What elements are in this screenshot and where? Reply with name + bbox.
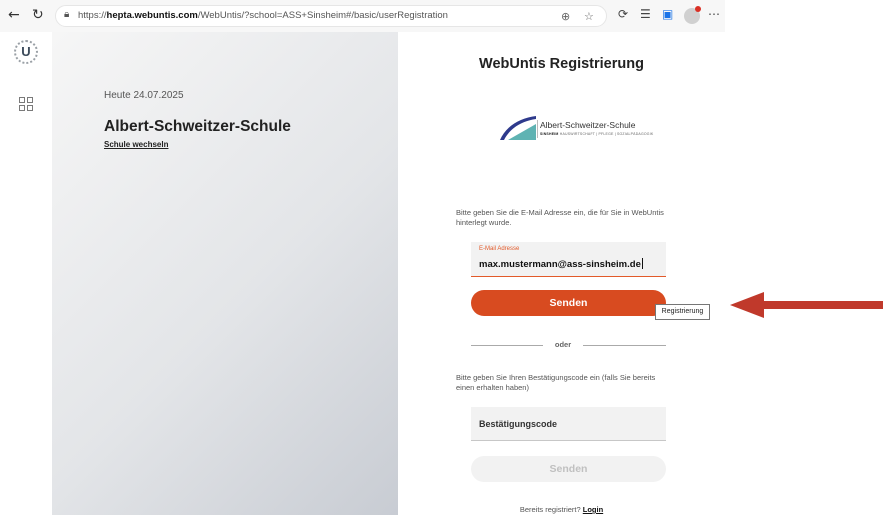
favorite-star-icon[interactable]: ☆ xyxy=(584,10,594,23)
footer-text: Bereits registriert? xyxy=(519,505,581,514)
dashboard-grid-icon[interactable] xyxy=(19,97,33,111)
email-field[interactable]: E-Mail Adresse max.mustermann@ass-sinshe… xyxy=(471,242,666,277)
today-date: Heute 24.07.2025 xyxy=(104,90,184,101)
more-options-icon[interactable]: ⋯ xyxy=(708,7,720,21)
notification-dot xyxy=(695,6,701,12)
email-instruction: Bitte geben Sie die E-Mail Adresse ein, … xyxy=(456,208,664,227)
url-text: https://hepta.webuntis.com/WebUntis/?sch… xyxy=(78,10,448,21)
back-arrow-icon[interactable]: ← xyxy=(8,7,20,23)
logo-divider xyxy=(537,120,538,138)
or-divider-label: oder xyxy=(554,340,572,349)
divider-right xyxy=(583,345,666,346)
school-logo-mark xyxy=(500,116,536,140)
text-caret xyxy=(641,258,643,269)
registration-panel: WebUntis Registrierung Albert-Schweitzer… xyxy=(398,32,725,515)
switch-school-link[interactable]: Schule wechseln xyxy=(104,140,168,149)
send-code-button[interactable]: Senden xyxy=(471,456,666,482)
confirmation-code-field[interactable]: Bestätigungscode xyxy=(471,407,666,441)
zoom-icon[interactable]: ⊕ xyxy=(561,10,570,23)
confirmation-code-placeholder: Bestätigungscode xyxy=(479,419,558,429)
login-footer: Bereits registriert? Login xyxy=(398,505,725,514)
reload-icon[interactable]: ↻ xyxy=(32,7,44,23)
school-logo: Albert-Schweitzer-Schule SINSHEIM HAUSWI… xyxy=(498,112,653,142)
annotation-arrow xyxy=(730,292,883,318)
login-link[interactable]: Login xyxy=(583,505,603,514)
logo-school-name: Albert-Schweitzer-Schule xyxy=(540,120,636,130)
school-name: Albert-Schweitzer-Schule xyxy=(104,118,291,135)
school-info-panel: Heute 24.07.2025 Albert-Schweitzer-Schul… xyxy=(52,32,398,515)
favorites-list-icon[interactable]: ☰ xyxy=(640,7,651,21)
extensions-icon[interactable]: ⟳ xyxy=(618,7,628,21)
browser-toolbar: ← ↻ 🔒︎ https://hepta.webuntis.com/WebUnt… xyxy=(0,0,725,32)
code-instruction: Bitte geben Sie Ihren Bestätigungscode e… xyxy=(456,373,656,392)
logo-subtitle: SINSHEIM HAUSWIRTSCHAFT | PFLEGE | SOZIA… xyxy=(540,132,654,136)
nav-rail: U xyxy=(0,32,52,515)
collections-icon[interactable]: ▣ xyxy=(662,7,673,21)
divider-left xyxy=(471,345,543,346)
webuntis-logo[interactable]: U xyxy=(14,40,38,64)
lock-icon: 🔒︎ xyxy=(64,9,70,20)
tooltip: Registrierung xyxy=(655,304,710,320)
address-bar[interactable]: 🔒︎ https://hepta.webuntis.com/WebUntis/?… xyxy=(55,5,607,27)
send-email-button[interactable]: Senden xyxy=(471,290,666,316)
email-field-value[interactable]: max.mustermann@ass-sinsheim.de xyxy=(479,258,643,270)
email-field-label: E-Mail Adresse xyxy=(479,246,520,252)
page-title: WebUntis Registrierung xyxy=(479,56,644,72)
